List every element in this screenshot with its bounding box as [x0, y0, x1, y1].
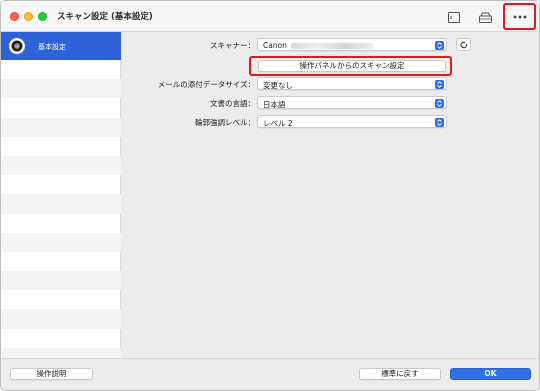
scanner-button[interactable]	[471, 6, 499, 28]
help-button[interactable]: 操作説明	[10, 368, 93, 380]
refresh-icon	[460, 40, 467, 48]
document-button[interactable]	[440, 6, 468, 28]
settings-panel: スキャナー： Canon 操作パネルからのスキャン設定 メールの添付データサイズ…	[122, 32, 539, 358]
sidebar-empty-row	[1, 117, 121, 137]
scanner-name-redacted	[290, 42, 373, 49]
scanner-select[interactable]: Canon	[257, 38, 447, 51]
zoom-window-button[interactable]	[38, 12, 47, 21]
attachment-size-value: 変更なし	[263, 80, 293, 90]
edge-enhancement-label: 輪郭強調レベル：	[195, 118, 255, 127]
more-icon	[513, 15, 526, 18]
select-arrows-icon	[435, 40, 444, 50]
scanner-icon	[478, 12, 492, 23]
close-window-button[interactable]	[10, 12, 19, 21]
sidebar-empty-row	[1, 232, 121, 252]
sidebar-empty-row	[1, 329, 121, 348]
sidebar-empty-row	[1, 290, 121, 309]
sidebar-empty-row	[1, 175, 121, 194]
edge-enhancement-select[interactable]: レベル 2	[257, 115, 447, 128]
document-language-select[interactable]: 日本語	[257, 96, 447, 109]
footer-bar: 操作説明 標準に戻す OK	[1, 358, 539, 390]
sidebar-empty-row	[1, 309, 121, 329]
attachment-size-label: メールの添付データサイズ：	[157, 80, 255, 89]
sidebar-empty-row	[1, 252, 121, 271]
window-title: スキャン設定 (基本設定)	[57, 12, 153, 22]
refresh-button[interactable]	[456, 38, 471, 51]
sidebar-empty-row	[1, 271, 121, 291]
document-language-label: 文書の言語：	[210, 99, 255, 108]
scan-settings-window: スキャン設定 (基本設定) 基本設定 スキャナー： Canon 操作パネルからの…	[0, 0, 540, 391]
sidebar-empty-row	[1, 214, 121, 233]
sidebar-empty-row	[1, 137, 121, 156]
sidebar-empty-row	[1, 98, 121, 117]
minimize-window-button[interactable]	[24, 12, 33, 21]
edge-enhancement-value: レベル 2	[263, 118, 293, 128]
sidebar-empty-row	[1, 155, 121, 176]
sidebar: 基本設定	[1, 32, 121, 367]
restore-defaults-button[interactable]: 標準に戻す	[359, 368, 441, 380]
more-button[interactable]	[503, 3, 536, 30]
document-language-value: 日本語	[263, 99, 286, 109]
attachment-size-select[interactable]: 変更なし	[257, 77, 447, 90]
select-arrows-icon	[435, 98, 444, 108]
select-arrows-icon	[435, 117, 444, 127]
scan-from-panel-settings-button[interactable]: 操作パネルからのスキャン設定	[258, 60, 446, 72]
sidebar-item-label: 基本設定	[38, 43, 66, 51]
sidebar-empty-row	[1, 194, 121, 214]
sidebar-empty-row	[1, 60, 121, 79]
scanner-value: Canon	[263, 40, 287, 50]
title-bar: スキャン設定 (基本設定)	[1, 1, 539, 32]
scanner-label: スキャナー：	[210, 41, 255, 50]
settings-icon	[8, 37, 26, 55]
document-icon	[448, 11, 460, 23]
sidebar-item-basic-settings[interactable]: 基本設定	[1, 32, 121, 60]
ok-button[interactable]: OK	[450, 368, 531, 380]
sidebar-empty-row	[1, 79, 121, 99]
select-arrows-icon	[435, 79, 444, 89]
